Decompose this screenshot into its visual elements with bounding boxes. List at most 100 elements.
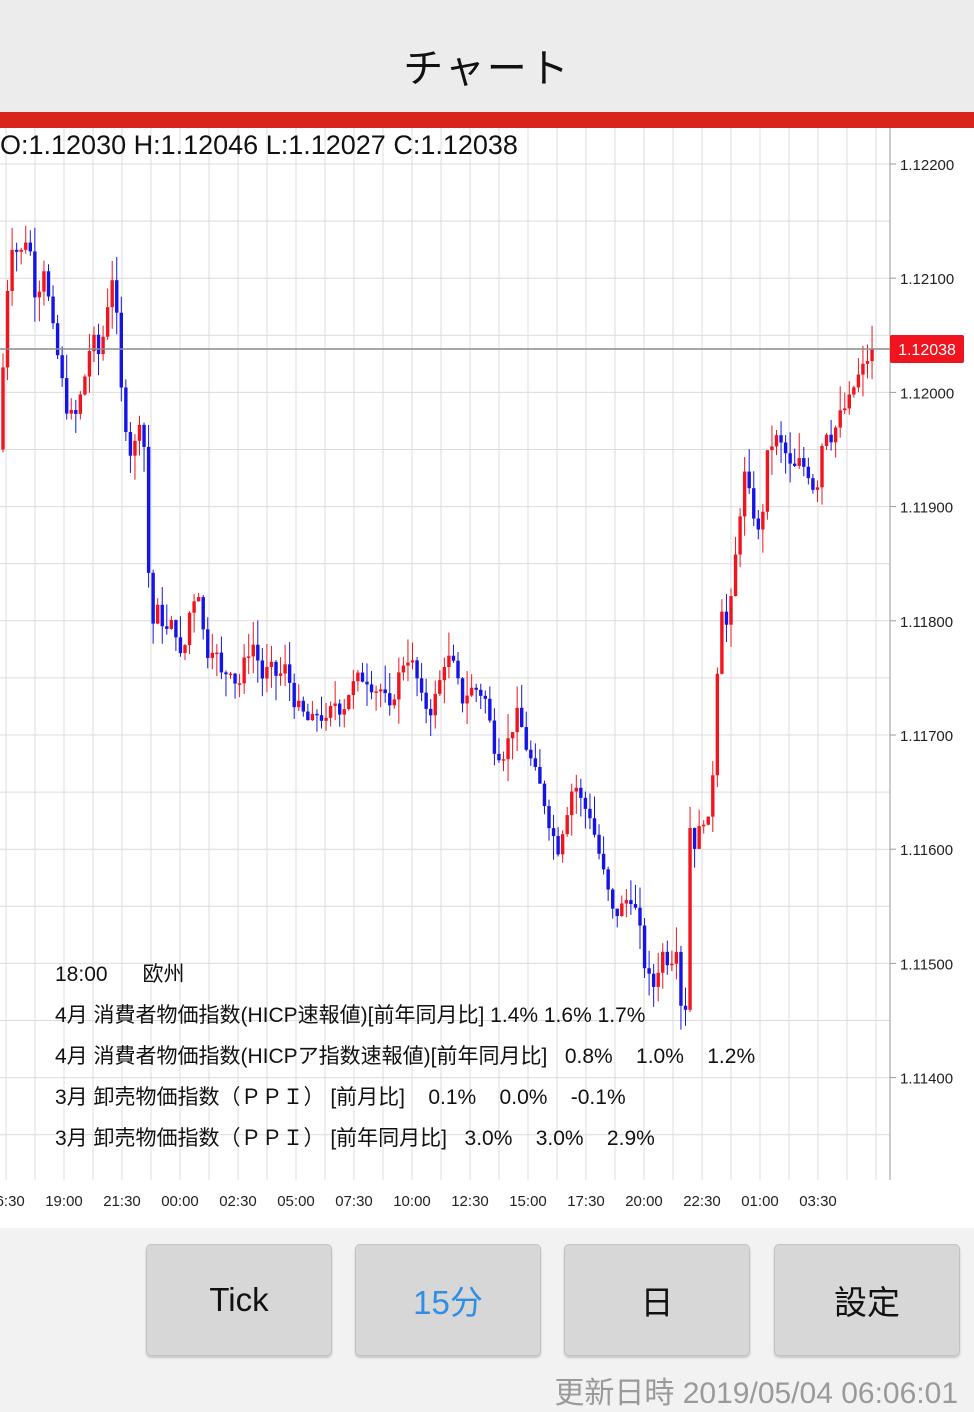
candle-body xyxy=(292,682,296,708)
candle-body xyxy=(856,374,861,388)
x-tick-label-9: 15:00 xyxy=(509,1193,547,1210)
candle-body xyxy=(133,440,137,456)
candle-body xyxy=(347,695,351,710)
candle-body xyxy=(560,834,565,855)
candle-body xyxy=(847,394,851,409)
candle-body xyxy=(583,797,588,809)
candle-body xyxy=(433,693,437,716)
candle-body xyxy=(119,312,123,388)
candle-body xyxy=(265,666,269,679)
candle-body xyxy=(269,661,274,667)
candle-body xyxy=(201,597,205,630)
candle-body xyxy=(301,700,305,712)
candle-body xyxy=(533,758,538,767)
x-tick-label-13: 01:00 xyxy=(741,1193,779,1210)
candle-body xyxy=(733,554,738,597)
candle-body xyxy=(419,678,424,693)
bottom-toolbar: Tick 15分 日 設定 更新日時 2019/05/04 06:06:01 xyxy=(0,1228,974,1410)
candle-body xyxy=(738,516,742,555)
candle-body xyxy=(55,323,60,356)
y-tick-label-4: 1.11800 xyxy=(900,614,953,631)
x-tick-label-2: 21:30 xyxy=(103,1193,141,1210)
candle-body xyxy=(829,434,833,443)
candle-body xyxy=(779,435,783,443)
15min-button[interactable]: 15分 xyxy=(355,1244,541,1356)
x-tick-label-0: 16:30 xyxy=(0,1193,25,1210)
candle-body xyxy=(456,660,460,679)
candle-body xyxy=(165,626,169,629)
x-tick-label-10: 17:30 xyxy=(567,1193,605,1210)
candle-body xyxy=(524,727,528,750)
price-tag-label: 1.12038 xyxy=(898,342,956,359)
candle-body xyxy=(192,601,196,613)
event-line-2: 4月 消費者物価指数(HICPア指数速報値)[前年同月比] 0.8% 1.0% … xyxy=(55,1045,756,1068)
candle-body xyxy=(210,652,214,658)
candle-body xyxy=(765,450,770,512)
candle-body xyxy=(110,280,114,308)
candle-body xyxy=(497,753,501,761)
candle-body xyxy=(46,271,51,297)
x-tick-label-3: 00:00 xyxy=(161,1193,199,1210)
candle-body xyxy=(506,738,510,760)
day-button[interactable]: 日 xyxy=(564,1244,750,1356)
event-line-1: 4月 消費者物価指数(HICP速報値)[前年同月比] 1.4% 1.6% 1.7… xyxy=(55,1004,646,1027)
candle-body xyxy=(274,661,278,676)
x-tick-label-11: 20:00 xyxy=(625,1193,663,1210)
candle-body xyxy=(369,684,374,693)
candle-body xyxy=(515,707,519,733)
candle-body xyxy=(37,291,42,298)
candle-body xyxy=(638,907,642,926)
candle-body xyxy=(101,336,105,355)
candle-body xyxy=(579,787,583,798)
candle-body xyxy=(465,695,469,704)
candle-body xyxy=(219,652,224,673)
candle-body xyxy=(278,673,283,676)
candle-body xyxy=(788,453,792,464)
price-axis-labels: 1.12200 1.12100 1.12000 1.11900 1.11800 1.117… xyxy=(890,157,954,1088)
candle-body xyxy=(24,242,28,250)
candle-body xyxy=(146,446,151,573)
y-tick-label-7: 1.11500 xyxy=(900,956,953,973)
candle-body xyxy=(501,759,506,761)
candle-body xyxy=(247,656,251,658)
candle-body xyxy=(237,683,242,685)
candle-body xyxy=(187,612,192,646)
candle-body xyxy=(756,518,760,530)
y-tick-label-8: 1.11400 xyxy=(900,1071,953,1088)
candle-body xyxy=(833,427,838,443)
current-price-tag: 1.12038 xyxy=(890,335,964,364)
candle-body xyxy=(96,334,101,355)
candle-body xyxy=(588,808,592,819)
header-accent-bar xyxy=(0,112,974,128)
candle-body xyxy=(451,655,456,661)
candle-body xyxy=(378,689,383,692)
settings-button[interactable]: 設定 xyxy=(774,1244,960,1356)
candle-body xyxy=(865,361,870,364)
y-tick-label-5: 1.11700 xyxy=(900,728,953,745)
candle-body xyxy=(520,707,524,728)
candle-body xyxy=(251,644,255,657)
event-line-3: 3月 卸売物価指数（ＰＰＩ） [前月比] 0.1% 0.0% -0.1% xyxy=(55,1086,626,1109)
candle-body xyxy=(65,378,69,414)
x-tick-label-1: 19:00 xyxy=(45,1193,83,1210)
candle-body xyxy=(388,693,392,706)
candle-body xyxy=(365,681,369,685)
candle-body xyxy=(306,711,310,721)
candle-body xyxy=(174,620,178,638)
candle-body xyxy=(729,596,733,625)
candle-body xyxy=(124,387,128,433)
candle-body xyxy=(10,249,14,292)
candle-body xyxy=(797,458,801,466)
candle-body xyxy=(547,806,551,829)
x-tick-label-5: 05:00 xyxy=(277,1193,315,1210)
candle-body xyxy=(747,471,751,489)
tick-button[interactable]: Tick xyxy=(146,1244,332,1356)
candle-body xyxy=(592,818,597,835)
x-tick-label-6: 07:30 xyxy=(335,1193,373,1210)
candlestick-chart[interactable]: 1.12200 1.12100 1.12000 1.11900 1.11800 1.117… xyxy=(0,128,974,1228)
x-tick-label-14: 03:30 xyxy=(799,1193,837,1210)
last-updated-timestamp: 更新日時 2019/05/04 06:06:01 xyxy=(554,1377,958,1410)
candle-body xyxy=(392,699,396,706)
candle-body xyxy=(228,673,233,676)
candle-body xyxy=(297,700,301,708)
